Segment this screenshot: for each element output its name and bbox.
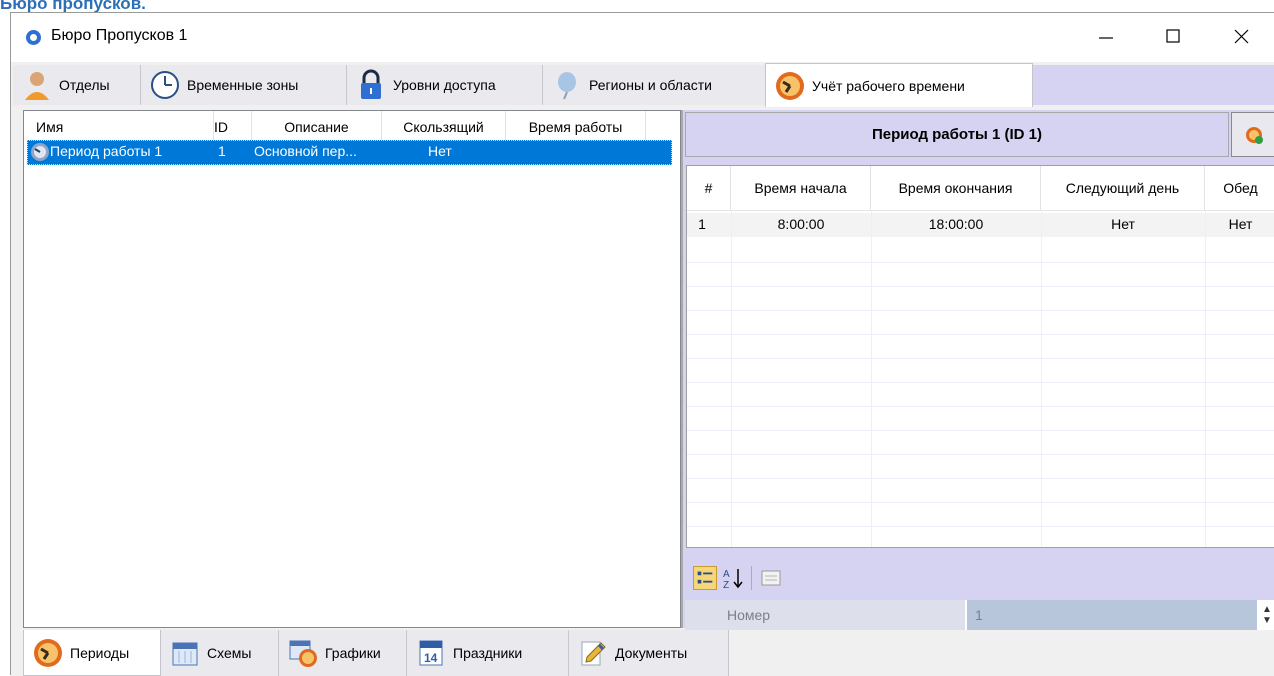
column-header-name[interactable]: Имя xyxy=(36,111,214,143)
tab-holidays[interactable]: 14 Праздники xyxy=(407,630,569,676)
title-bar: Бюро Пропусков 1 xyxy=(11,13,1274,62)
calendar-icon xyxy=(172,642,198,666)
tab-time-tracking[interactable]: Учёт рабочего времени xyxy=(765,63,1033,107)
spin-up-icon[interactable]: ▲ xyxy=(1262,604,1272,615)
column-header-description[interactable]: Описание xyxy=(252,111,382,143)
app-window: Бюро Пропусков 1 Отделы Временные зоны У… xyxy=(10,12,1274,676)
categorized-view-icon[interactable] xyxy=(693,566,717,590)
padlock-icon xyxy=(361,69,381,99)
grid-header-end[interactable]: Время окончания xyxy=(871,166,1041,211)
periods-list[interactable]: Имя ID Описание Скользящий Время работы … xyxy=(23,110,681,628)
column-header-sliding[interactable]: Скользящий xyxy=(382,111,506,143)
tab-regions-label: Регионы и области xyxy=(589,77,712,93)
grid-header-number[interactable]: # xyxy=(687,166,731,211)
bottom-tab-bar: Периоды Схемы Графики 14 Праздники Докум… xyxy=(11,630,1274,676)
window-title: Бюро Пропусков 1 xyxy=(51,27,188,44)
cell-end: 18:00:00 xyxy=(928,216,984,232)
property-name: Номер xyxy=(685,600,965,630)
row-id: 1 xyxy=(218,143,226,159)
property-pages-icon[interactable] xyxy=(759,566,783,590)
maximize-button[interactable] xyxy=(1139,13,1207,57)
tab-periods[interactable]: Периоды xyxy=(23,630,161,676)
periods-icon xyxy=(34,638,62,667)
add-interval-button[interactable] xyxy=(1231,112,1274,157)
document-pencil-icon xyxy=(581,641,606,666)
period-row-icon xyxy=(31,143,49,161)
svg-text:14: 14 xyxy=(424,651,438,665)
spin-down-icon[interactable]: ▼ xyxy=(1262,615,1272,626)
row-name: Период работы 1 xyxy=(50,143,163,159)
content-area: Имя ID Описание Скользящий Время работы … xyxy=(11,107,1274,630)
property-value[interactable]: 1 xyxy=(967,600,1257,630)
sort-alphabetical-icon[interactable]: A Z xyxy=(721,566,745,590)
column-header-id[interactable]: ID xyxy=(214,111,252,143)
period-details-pane: Период работы 1 (ID 1) # Время начала Вр… xyxy=(681,110,1274,630)
svg-text:Z: Z xyxy=(723,580,729,590)
tab-schedules-label: Графики xyxy=(325,645,381,661)
cell-lunch: Нет xyxy=(1228,216,1253,232)
top-tab-bar: Отделы Временные зоны Уровни доступа Рег… xyxy=(11,63,1274,107)
tab-schemes-label: Схемы xyxy=(207,645,252,661)
grid-header-next-day[interactable]: Следующий день xyxy=(1041,166,1205,211)
tab-time-tracking-label: Учёт рабочего времени xyxy=(812,77,965,94)
close-icon xyxy=(1234,29,1249,44)
property-row[interactable]: Номер 1 ▲ ▼ xyxy=(685,600,1274,630)
svg-text:A: A xyxy=(723,569,730,580)
tab-schedules[interactable]: Графики xyxy=(279,630,407,676)
tab-documents-label: Документы xyxy=(615,645,688,661)
row-sliding: Нет xyxy=(428,143,452,159)
grid-header-lunch[interactable]: Обед xyxy=(1205,166,1274,211)
tab-time-zones[interactable]: Временные зоны xyxy=(141,65,347,105)
property-toolbar: A Z xyxy=(685,550,1274,598)
holiday-calendar-icon: 14 xyxy=(419,640,443,666)
time-tracking-icon xyxy=(776,71,804,100)
close-button[interactable] xyxy=(1207,13,1274,57)
tab-access-levels[interactable]: Уровни доступа xyxy=(347,65,543,105)
cell-next-day: Нет xyxy=(1111,216,1135,232)
tab-documents[interactable]: Документы xyxy=(569,630,729,676)
row-description: Основной пер... xyxy=(254,143,357,159)
table-row[interactable]: 1 8:00:00 18:00:00 Нет Нет xyxy=(687,213,1274,237)
tab-access-levels-label: Уровни доступа xyxy=(393,77,496,93)
person-icon xyxy=(25,72,49,100)
cell-number: 1 xyxy=(698,216,706,232)
tab-departments-label: Отделы xyxy=(59,77,110,93)
list-row[interactable]: Период работы 1 1 Основной пер... Нет xyxy=(27,140,672,165)
tab-schemes[interactable]: Схемы xyxy=(161,630,279,676)
app-logo-icon xyxy=(26,30,41,45)
value-spinner[interactable]: ▲ ▼ xyxy=(1257,600,1274,630)
schedule-icon xyxy=(289,640,317,667)
tab-periods-label: Периоды xyxy=(70,644,130,661)
grid-header-start[interactable]: Время начала xyxy=(731,166,871,211)
tab-regions[interactable]: Регионы и области xyxy=(543,65,767,105)
tab-time-zones-label: Временные зоны xyxy=(187,77,299,93)
minimize-button[interactable] xyxy=(1071,13,1139,57)
tab-holidays-label: Праздники xyxy=(453,645,523,661)
clock-add-icon xyxy=(1246,127,1263,144)
maximize-icon xyxy=(1166,29,1180,43)
period-title: Период работы 1 (ID 1) xyxy=(685,112,1229,157)
clock-icon xyxy=(151,71,179,99)
column-header-work-time[interactable]: Время работы xyxy=(506,111,646,143)
tab-departments[interactable]: Отделы xyxy=(13,65,141,105)
intervals-grid[interactable]: # Время начала Время окончания Следующий… xyxy=(686,165,1274,548)
minimize-icon xyxy=(1099,37,1113,39)
cell-start: 8:00:00 xyxy=(777,216,825,232)
balloon-icon xyxy=(558,72,576,100)
